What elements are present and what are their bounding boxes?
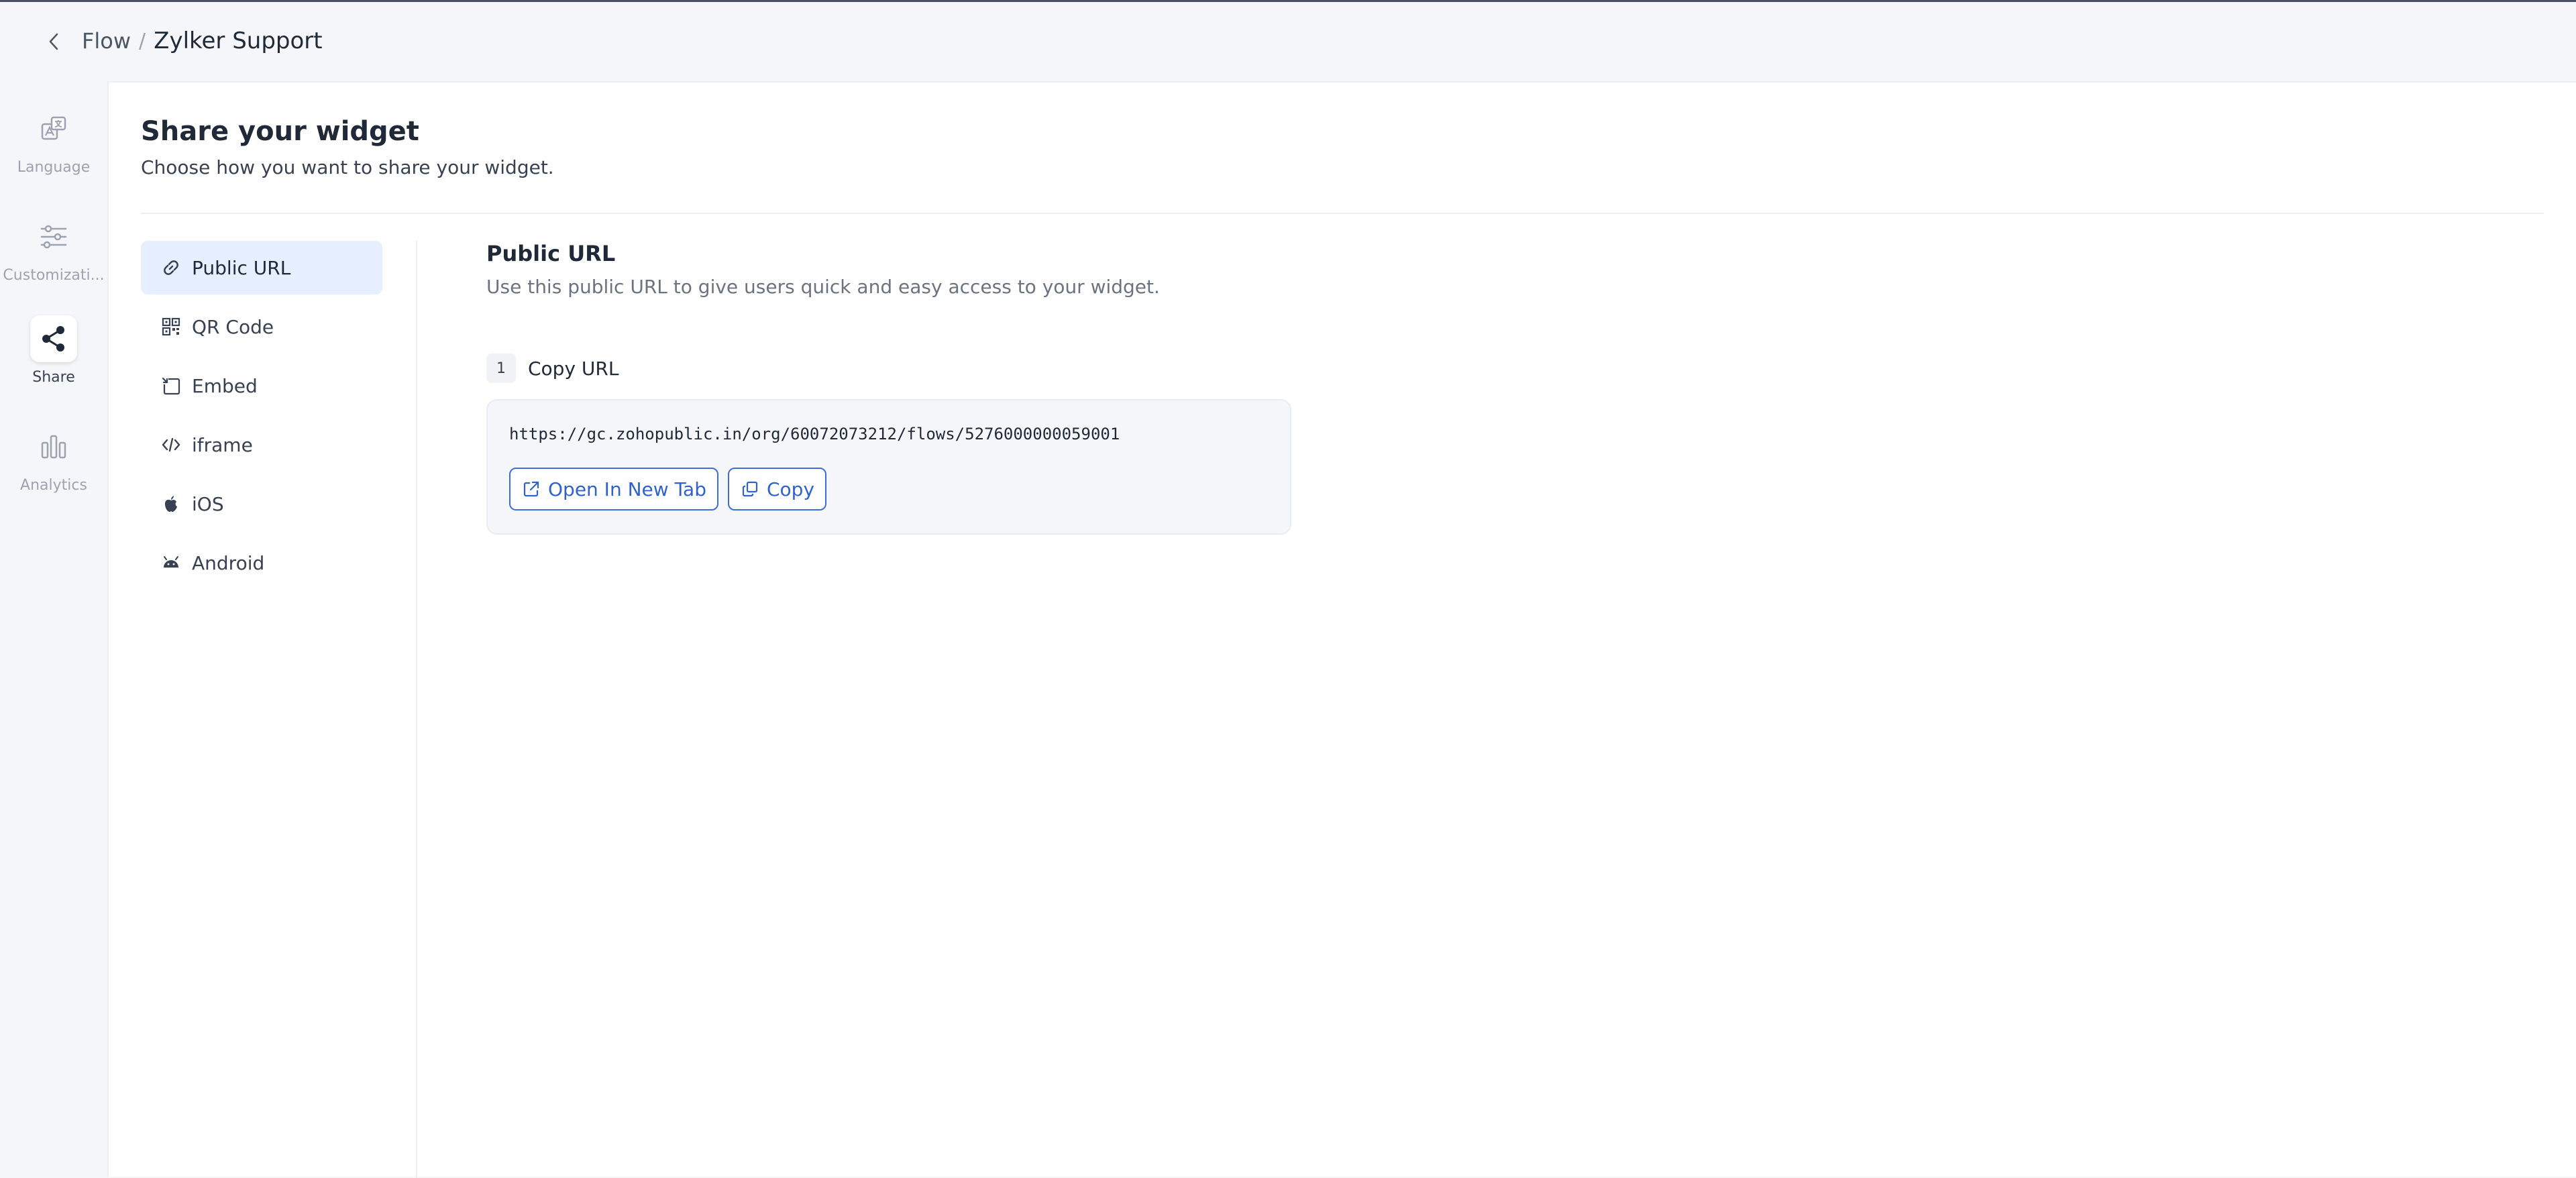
qr-code-icon (160, 315, 182, 338)
breadcrumb-flow-link[interactable]: Flow (82, 28, 131, 54)
copy-icon (740, 479, 760, 499)
bar-chart-icon (30, 423, 77, 470)
vertical-divider (416, 241, 417, 1178)
copy-button[interactable]: Copy (728, 468, 827, 511)
subnav-label-public-url: Public URL (192, 256, 291, 279)
step-label: Copy URL (528, 357, 619, 380)
subnav-label-ios: iOS (192, 492, 224, 515)
open-in-new-tab-button[interactable]: Open In New Tab (509, 468, 718, 511)
subnav-item-android[interactable]: Android (141, 536, 382, 590)
rail-item-customization[interactable]: Customizati... (0, 213, 107, 301)
subnav-item-embed[interactable]: Embed (141, 359, 382, 413)
step-copy-url: 1 Copy URL (486, 354, 619, 383)
subnav-item-ios[interactable]: iOS (141, 477, 382, 531)
subnav-label-qr-code: QR Code (192, 315, 274, 338)
rail-label-language: Language (17, 159, 91, 176)
breadcrumb-separator: / (139, 29, 146, 53)
sliders-icon (30, 213, 77, 260)
subnav-label-iframe: iframe (192, 433, 253, 456)
share-options-nav: Public URL QR Code Embed iframe iOS Andr… (141, 241, 382, 595)
breadcrumb: Flow / Zylker Support (82, 28, 323, 54)
subnav-label-embed: Embed (192, 374, 258, 397)
subnav-item-qr-code[interactable]: QR Code (141, 300, 382, 354)
back-button[interactable] (43, 29, 64, 54)
rail-label-customization: Customizati... (3, 267, 105, 284)
page-subtitle: Choose how you want to share your widget… (141, 156, 554, 178)
subnav-item-iframe[interactable]: iframe (141, 418, 382, 472)
android-icon (160, 551, 182, 574)
rail-item-language[interactable]: Language (0, 105, 107, 193)
step-number-badge: 1 (486, 354, 516, 383)
header-divider (141, 213, 2544, 214)
public-url-section: Public URL Use this public URL to give u… (486, 241, 1291, 535)
app-header: Flow / Zylker Support (0, 2, 2576, 81)
external-link-icon (521, 479, 541, 499)
url-card: https://gc.zohopublic.in/org/60072073212… (486, 399, 1291, 535)
rail-item-share[interactable]: Share (0, 315, 107, 403)
share-icon (30, 315, 77, 362)
apple-icon (160, 492, 182, 515)
language-icon (30, 105, 77, 152)
rail-label-analytics: Analytics (20, 477, 87, 494)
public-url-text[interactable]: https://gc.zohopublic.in/org/60072073212… (509, 425, 1120, 443)
page-title: Share your widget (141, 116, 419, 147)
rail-item-analytics[interactable]: Analytics (0, 423, 107, 511)
subnav-item-public-url[interactable]: Public URL (141, 241, 382, 294)
section-description: Use this public URL to give users quick … (486, 276, 1160, 298)
subnav-label-android: Android (192, 551, 265, 574)
left-rail: Language Customizati... Share Analytics (0, 81, 107, 1177)
open-in-new-tab-label: Open In New Tab (548, 478, 706, 500)
code-icon (160, 433, 182, 456)
copy-label: Copy (767, 478, 815, 500)
main-panel: Share your widget Choose how you want to… (107, 81, 2576, 1178)
page-title-breadcrumb: Zylker Support (154, 28, 323, 54)
rail-label-share: Share (32, 369, 75, 386)
chevron-left-icon (49, 33, 58, 50)
embed-icon (160, 374, 182, 397)
link-icon (160, 256, 182, 279)
section-title: Public URL (486, 241, 616, 266)
